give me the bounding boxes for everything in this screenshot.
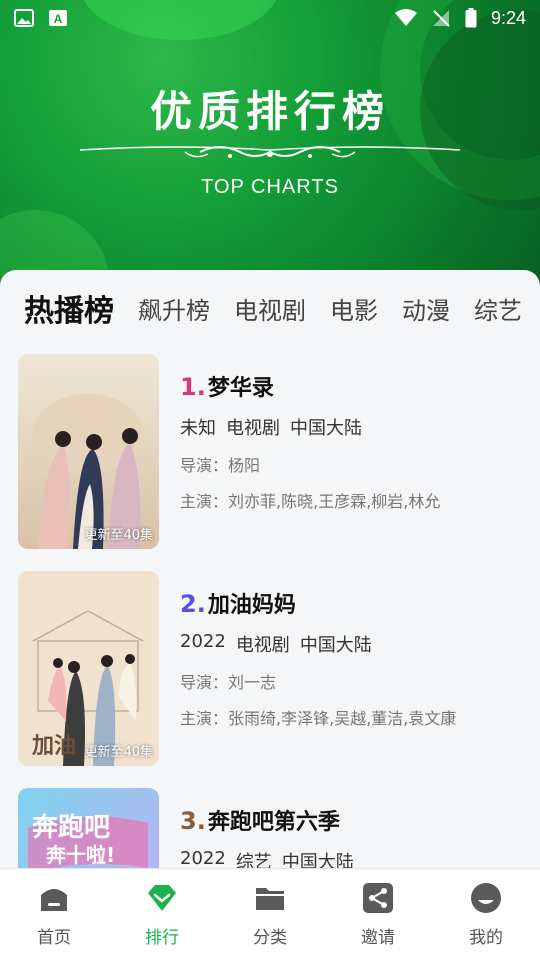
nav-home-label: 首页 [37, 928, 71, 948]
cast-label: 主演： [180, 709, 229, 728]
director-label: 导演： [180, 673, 229, 692]
item-title[interactable]: 加油妈妈 [208, 587, 296, 619]
nav-invite[interactable]: 邀请 [324, 881, 432, 948]
item-director: 导演：刘一志 [180, 669, 530, 693]
item-info: 1. 梦华录 未知 电视剧 中国大陆 导演：杨阳 主演：刘亦菲,陈晓,王彦霖,柳… [180, 370, 530, 512]
nav-ranking-label: 排行 [145, 928, 179, 948]
hero-title: 优质排行榜 [149, 87, 390, 136]
item-region: 中国大陆 [299, 635, 372, 656]
cast-label: 主演： [180, 492, 229, 511]
item-type: 电视剧 [226, 418, 280, 439]
tab-hot[interactable]: 热播榜 [24, 286, 114, 330]
poster-image[interactable]: 更新至40集 [18, 354, 159, 549]
tab-tv[interactable]: 电视剧 [234, 291, 306, 326]
item-year: 2022 [180, 631, 226, 652]
no-signal-icon [432, 10, 450, 27]
bottom-nav: 首页 排行 分类 邀请 我的 [0, 868, 540, 960]
item-cast: 主演：张雨绮,李泽锋,吴越,董洁,袁文康 [180, 705, 530, 729]
director-name: 杨阳 [228, 456, 261, 475]
item-region: 中国大陆 [290, 418, 362, 439]
image-icon [14, 9, 34, 27]
item-type: 电视剧 [235, 635, 290, 656]
item-meta: 未知 电视剧 中国大陆 [180, 414, 530, 440]
list-item[interactable]: 更新至40集 1. 梦华录 未知 电视剧 中国大陆 导演：杨阳 主演：刘亦菲,陈… [0, 354, 540, 554]
a-icon: A [49, 10, 67, 26]
svg-text:奔十啦!: 奔十啦! [45, 843, 115, 867]
item-title[interactable]: 梦华录 [208, 370, 274, 402]
nav-ranking[interactable]: 排行 [108, 881, 216, 948]
status-bar: A 9:24 [0, 0, 540, 36]
share-icon [363, 883, 393, 913]
rank-number: 2. [180, 590, 206, 618]
item-meta: 2022 电视剧 中国大陆 [180, 631, 530, 657]
cast-names: 张雨绮,李泽锋,吴越,董洁,袁文康 [228, 709, 457, 728]
tab-anime[interactable]: 动漫 [402, 291, 450, 326]
home-icon [41, 889, 67, 911]
item-info: 2. 加油妈妈 2022 电视剧 中国大陆 导演：刘一志 主演：张雨绮,李泽锋,… [180, 587, 530, 729]
category-tabs: 热播榜 飙升榜 电视剧 电影 动漫 综艺 [0, 286, 540, 330]
ornament-divider [80, 146, 460, 158]
tab-movie[interactable]: 电影 [330, 291, 378, 326]
folder-icon [256, 888, 284, 910]
episode-badge: 更新至40集 [84, 745, 153, 760]
item-title-row: 3. 奔跑吧第六季 [180, 804, 530, 836]
svg-text:加油: 加油 [31, 733, 76, 759]
item-title-row: 1. 梦华录 [180, 370, 530, 402]
director-name: 刘一志 [228, 673, 277, 692]
nav-invite-label: 邀请 [361, 928, 395, 948]
cast-names: 刘亦菲,陈晓,王彦霖,柳岩,林允 [228, 492, 441, 511]
item-title-row: 2. 加油妈妈 [180, 587, 530, 619]
episode-badge: 更新至40集 [84, 528, 153, 543]
nav-profile[interactable]: 我的 [432, 881, 540, 948]
nav-category-label: 分类 [253, 928, 287, 948]
item-cast: 主演：刘亦菲,陈晓,王彦霖,柳岩,林允 [180, 488, 530, 512]
rank-number: 3. [180, 807, 206, 835]
profile-icon [471, 883, 501, 913]
tab-rising[interactable]: 飙升榜 [138, 291, 210, 326]
poster-art [18, 354, 159, 549]
ranking-card: 热播榜 飙升榜 电视剧 电影 动漫 综艺 更新至40集 1. 梦华录 未知 电视… [0, 270, 540, 960]
poster-art: 加油 [18, 571, 159, 766]
item-director: 导演：杨阳 [180, 452, 530, 476]
rank-number: 1. [180, 373, 206, 401]
nav-category[interactable]: 分类 [216, 881, 324, 948]
nav-profile-label: 我的 [469, 928, 503, 948]
hero-banner: A 9:24 优质排行榜 TOP CHARTS [0, 0, 540, 300]
poster-image[interactable]: 加油 更新至40集 [18, 571, 159, 766]
tab-variety[interactable]: 综艺 [474, 291, 522, 326]
item-year: 未知 [180, 418, 216, 439]
item-title[interactable]: 奔跑吧第六季 [208, 804, 340, 836]
hero-subtitle: TOP CHARTS [201, 176, 339, 198]
svg-text:奔跑吧: 奔跑吧 [32, 813, 110, 843]
svg-text:A: A [54, 12, 63, 26]
diamond-icon [148, 885, 176, 911]
list-item[interactable]: 加油 更新至40集 2. 加油妈妈 2022 电视剧 中国大陆 导演：刘一志 主… [0, 571, 540, 771]
item-info: 3. 奔跑吧第六季 2022 综艺 中国大陆 [180, 804, 530, 874]
nav-home[interactable]: 首页 [0, 881, 108, 948]
status-time: 9:24 [490, 7, 526, 28]
wifi-icon [394, 9, 417, 26]
director-label: 导演： [180, 456, 229, 475]
battery-icon [465, 8, 477, 28]
